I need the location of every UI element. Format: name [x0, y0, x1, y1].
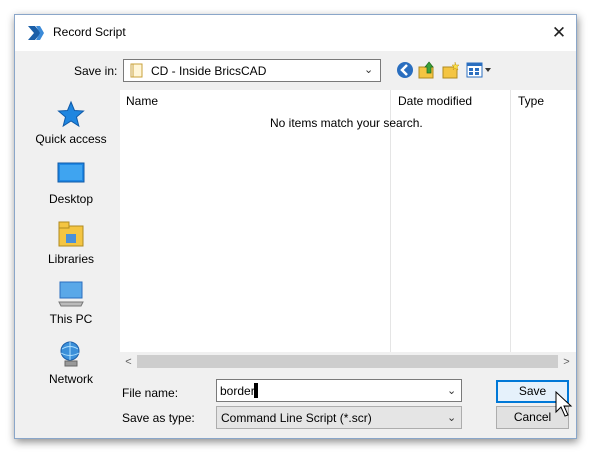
scroll-thumb[interactable]	[137, 355, 558, 368]
file-name-value: border	[220, 384, 255, 398]
save-as-type-value: Command Line Script (*.scr)	[221, 411, 372, 425]
view-menu-icon[interactable]	[465, 60, 493, 80]
save-in-dropdown[interactable]: CD - Inside BricsCAD ⌄	[123, 59, 381, 82]
place-quick-access[interactable]: Quick access	[21, 94, 121, 150]
column-header-date-modified[interactable]: Date modified	[398, 94, 472, 108]
place-network[interactable]: Network	[21, 334, 121, 390]
place-label: Network	[48, 372, 93, 386]
file-list[interactable]: Name Date modified Type No items match y…	[120, 90, 576, 372]
back-icon[interactable]	[395, 60, 415, 80]
text-caret	[254, 383, 258, 398]
column-divider[interactable]	[510, 90, 511, 372]
column-divider[interactable]	[390, 90, 391, 372]
window-title: Record Script	[53, 25, 126, 39]
places-bar: Quick access Desktop Libraries This PC N…	[15, 90, 121, 386]
place-label: Desktop	[48, 192, 94, 206]
place-label: Quick access	[35, 132, 107, 146]
desktop-icon	[57, 162, 85, 183]
save-in-label: Save in:	[74, 64, 118, 78]
scroll-right-arrow-icon[interactable]: >	[558, 352, 575, 372]
place-this-pc[interactable]: This PC	[21, 274, 121, 330]
record-script-dialog: Record Script ✕ Save in: CD - Inside Bri…	[14, 14, 577, 439]
libraries-icon	[58, 221, 84, 247]
chevron-down-icon: ⌄	[364, 64, 374, 76]
save-in-value: CD - Inside BricsCAD	[151, 64, 267, 78]
file-name-input[interactable]: border ⌄	[216, 379, 462, 402]
close-button[interactable]: ✕	[543, 17, 575, 49]
column-header-name[interactable]: Name	[126, 94, 158, 108]
computer-icon	[58, 281, 84, 307]
place-libraries[interactable]: Libraries	[21, 214, 121, 270]
empty-message: No items match your search.	[270, 116, 423, 130]
star-icon	[57, 100, 85, 128]
title-bar: Record Script ✕	[15, 15, 576, 51]
bricscad-app-icon	[28, 26, 44, 40]
save-as-type-dropdown[interactable]: Command Line Script (*.scr) ⌄	[216, 406, 462, 429]
chevron-down-icon: ⌄	[447, 412, 457, 424]
place-desktop[interactable]: Desktop	[21, 154, 121, 210]
place-label: Libraries	[47, 252, 95, 266]
mouse-pointer-icon	[555, 391, 573, 417]
column-header-type[interactable]: Type	[518, 94, 544, 108]
save-as-type-label: Save as type:	[122, 411, 195, 425]
place-label: This PC	[49, 312, 93, 326]
network-icon	[60, 341, 80, 367]
chevron-down-icon[interactable]: ⌄	[447, 384, 456, 397]
folder-icon	[130, 63, 143, 78]
new-folder-icon[interactable]	[441, 60, 461, 80]
horizontal-scrollbar[interactable]: < >	[120, 352, 576, 372]
scroll-left-arrow-icon[interactable]: <	[120, 352, 137, 372]
up-folder-icon[interactable]	[417, 60, 437, 80]
file-name-label: File name:	[122, 386, 179, 400]
